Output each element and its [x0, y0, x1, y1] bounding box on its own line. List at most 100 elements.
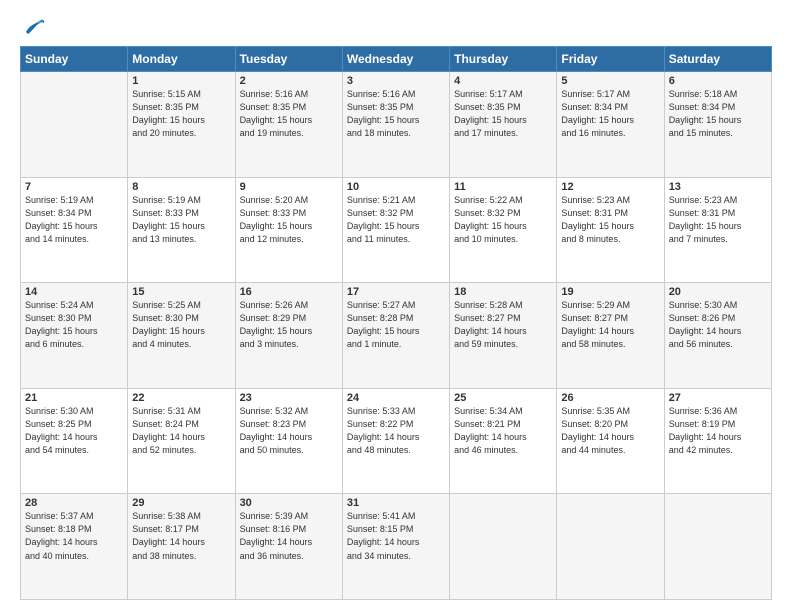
day-info: Sunrise: 5:19 AMSunset: 8:34 PMDaylight:… [25, 194, 123, 246]
calendar-cell: 25Sunrise: 5:34 AMSunset: 8:21 PMDayligh… [450, 388, 557, 494]
day-info: Sunrise: 5:36 AMSunset: 8:19 PMDaylight:… [669, 405, 767, 457]
day-number: 16 [240, 286, 338, 298]
day-number: 20 [669, 286, 767, 298]
day-info: Sunrise: 5:35 AMSunset: 8:20 PMDaylight:… [561, 405, 659, 457]
calendar-cell: 22Sunrise: 5:31 AMSunset: 8:24 PMDayligh… [128, 388, 235, 494]
day-number: 18 [454, 286, 552, 298]
calendar-table: SundayMondayTuesdayWednesdayThursdayFrid… [20, 46, 772, 600]
day-info: Sunrise: 5:16 AMSunset: 8:35 PMDaylight:… [347, 88, 445, 140]
day-info: Sunrise: 5:19 AMSunset: 8:33 PMDaylight:… [132, 194, 230, 246]
day-number: 3 [347, 75, 445, 87]
day-info: Sunrise: 5:39 AMSunset: 8:16 PMDaylight:… [240, 510, 338, 562]
day-number: 10 [347, 181, 445, 193]
weekday-header-friday: Friday [557, 47, 664, 72]
day-number: 9 [240, 181, 338, 193]
day-number: 17 [347, 286, 445, 298]
calendar-cell: 11Sunrise: 5:22 AMSunset: 8:32 PMDayligh… [450, 177, 557, 283]
weekday-header-monday: Monday [128, 47, 235, 72]
day-info: Sunrise: 5:24 AMSunset: 8:30 PMDaylight:… [25, 299, 123, 351]
weekday-header-sunday: Sunday [21, 47, 128, 72]
weekday-header-wednesday: Wednesday [342, 47, 449, 72]
day-info: Sunrise: 5:21 AMSunset: 8:32 PMDaylight:… [347, 194, 445, 246]
logo-bird-icon [24, 18, 46, 36]
day-number: 15 [132, 286, 230, 298]
day-number: 26 [561, 392, 659, 404]
day-info: Sunrise: 5:34 AMSunset: 8:21 PMDaylight:… [454, 405, 552, 457]
calendar-cell: 21Sunrise: 5:30 AMSunset: 8:25 PMDayligh… [21, 388, 128, 494]
weekday-header-tuesday: Tuesday [235, 47, 342, 72]
day-number: 13 [669, 181, 767, 193]
calendar-cell: 31Sunrise: 5:41 AMSunset: 8:15 PMDayligh… [342, 494, 449, 600]
day-info: Sunrise: 5:20 AMSunset: 8:33 PMDaylight:… [240, 194, 338, 246]
calendar-cell: 5Sunrise: 5:17 AMSunset: 8:34 PMDaylight… [557, 72, 664, 178]
calendar-cell: 20Sunrise: 5:30 AMSunset: 8:26 PMDayligh… [664, 283, 771, 389]
calendar-cell: 27Sunrise: 5:36 AMSunset: 8:19 PMDayligh… [664, 388, 771, 494]
day-info: Sunrise: 5:18 AMSunset: 8:34 PMDaylight:… [669, 88, 767, 140]
day-number: 25 [454, 392, 552, 404]
calendar-cell: 16Sunrise: 5:26 AMSunset: 8:29 PMDayligh… [235, 283, 342, 389]
calendar-cell: 3Sunrise: 5:16 AMSunset: 8:35 PMDaylight… [342, 72, 449, 178]
day-number: 2 [240, 75, 338, 87]
calendar-cell: 6Sunrise: 5:18 AMSunset: 8:34 PMDaylight… [664, 72, 771, 178]
calendar-cell: 14Sunrise: 5:24 AMSunset: 8:30 PMDayligh… [21, 283, 128, 389]
day-number: 7 [25, 181, 123, 193]
calendar-cell: 13Sunrise: 5:23 AMSunset: 8:31 PMDayligh… [664, 177, 771, 283]
calendar-week-row: 28Sunrise: 5:37 AMSunset: 8:18 PMDayligh… [21, 494, 772, 600]
calendar-cell: 9Sunrise: 5:20 AMSunset: 8:33 PMDaylight… [235, 177, 342, 283]
day-info: Sunrise: 5:23 AMSunset: 8:31 PMDaylight:… [669, 194, 767, 246]
day-number: 31 [347, 497, 445, 509]
calendar-cell: 4Sunrise: 5:17 AMSunset: 8:35 PMDaylight… [450, 72, 557, 178]
calendar-cell: 15Sunrise: 5:25 AMSunset: 8:30 PMDayligh… [128, 283, 235, 389]
calendar-header: SundayMondayTuesdayWednesdayThursdayFrid… [21, 47, 772, 72]
calendar-cell: 24Sunrise: 5:33 AMSunset: 8:22 PMDayligh… [342, 388, 449, 494]
calendar-cell [21, 72, 128, 178]
day-info: Sunrise: 5:33 AMSunset: 8:22 PMDaylight:… [347, 405, 445, 457]
day-number: 1 [132, 75, 230, 87]
day-info: Sunrise: 5:17 AMSunset: 8:34 PMDaylight:… [561, 88, 659, 140]
day-number: 5 [561, 75, 659, 87]
calendar-cell: 10Sunrise: 5:21 AMSunset: 8:32 PMDayligh… [342, 177, 449, 283]
day-info: Sunrise: 5:41 AMSunset: 8:15 PMDaylight:… [347, 510, 445, 562]
day-info: Sunrise: 5:30 AMSunset: 8:25 PMDaylight:… [25, 405, 123, 457]
weekday-header-saturday: Saturday [664, 47, 771, 72]
logo [20, 18, 46, 36]
day-info: Sunrise: 5:29 AMSunset: 8:27 PMDaylight:… [561, 299, 659, 351]
day-info: Sunrise: 5:16 AMSunset: 8:35 PMDaylight:… [240, 88, 338, 140]
calendar-cell: 28Sunrise: 5:37 AMSunset: 8:18 PMDayligh… [21, 494, 128, 600]
calendar-week-row: 1Sunrise: 5:15 AMSunset: 8:35 PMDaylight… [21, 72, 772, 178]
calendar-cell: 23Sunrise: 5:32 AMSunset: 8:23 PMDayligh… [235, 388, 342, 494]
header [20, 18, 772, 36]
day-info: Sunrise: 5:22 AMSunset: 8:32 PMDaylight:… [454, 194, 552, 246]
day-number: 19 [561, 286, 659, 298]
day-info: Sunrise: 5:28 AMSunset: 8:27 PMDaylight:… [454, 299, 552, 351]
weekday-header-thursday: Thursday [450, 47, 557, 72]
day-info: Sunrise: 5:17 AMSunset: 8:35 PMDaylight:… [454, 88, 552, 140]
day-number: 12 [561, 181, 659, 193]
calendar-cell: 29Sunrise: 5:38 AMSunset: 8:17 PMDayligh… [128, 494, 235, 600]
day-number: 27 [669, 392, 767, 404]
calendar-cell: 17Sunrise: 5:27 AMSunset: 8:28 PMDayligh… [342, 283, 449, 389]
calendar-cell [557, 494, 664, 600]
day-info: Sunrise: 5:23 AMSunset: 8:31 PMDaylight:… [561, 194, 659, 246]
day-info: Sunrise: 5:32 AMSunset: 8:23 PMDaylight:… [240, 405, 338, 457]
day-info: Sunrise: 5:27 AMSunset: 8:28 PMDaylight:… [347, 299, 445, 351]
day-number: 29 [132, 497, 230, 509]
day-info: Sunrise: 5:37 AMSunset: 8:18 PMDaylight:… [25, 510, 123, 562]
calendar-cell: 19Sunrise: 5:29 AMSunset: 8:27 PMDayligh… [557, 283, 664, 389]
day-info: Sunrise: 5:15 AMSunset: 8:35 PMDaylight:… [132, 88, 230, 140]
day-number: 24 [347, 392, 445, 404]
calendar-week-row: 7Sunrise: 5:19 AMSunset: 8:34 PMDaylight… [21, 177, 772, 283]
calendar-cell: 1Sunrise: 5:15 AMSunset: 8:35 PMDaylight… [128, 72, 235, 178]
calendar-cell [664, 494, 771, 600]
calendar-cell: 8Sunrise: 5:19 AMSunset: 8:33 PMDaylight… [128, 177, 235, 283]
day-number: 11 [454, 181, 552, 193]
day-number: 28 [25, 497, 123, 509]
calendar-cell: 30Sunrise: 5:39 AMSunset: 8:16 PMDayligh… [235, 494, 342, 600]
day-number: 21 [25, 392, 123, 404]
day-number: 30 [240, 497, 338, 509]
day-number: 14 [25, 286, 123, 298]
calendar-cell: 26Sunrise: 5:35 AMSunset: 8:20 PMDayligh… [557, 388, 664, 494]
calendar-body: 1Sunrise: 5:15 AMSunset: 8:35 PMDaylight… [21, 72, 772, 600]
page: SundayMondayTuesdayWednesdayThursdayFrid… [0, 0, 792, 612]
calendar-week-row: 14Sunrise: 5:24 AMSunset: 8:30 PMDayligh… [21, 283, 772, 389]
